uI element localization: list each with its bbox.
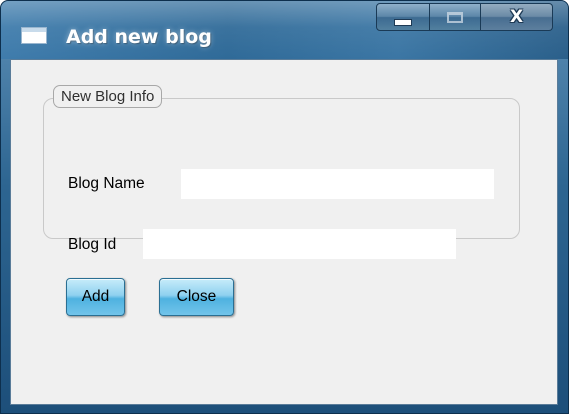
window-app-icon: [21, 27, 47, 44]
blog-name-input[interactable]: [181, 169, 494, 199]
group-legend: New Blog Info: [53, 85, 163, 108]
maximize-button[interactable]: [430, 3, 481, 31]
add-button[interactable]: Add: [66, 278, 125, 316]
maximize-icon: [447, 11, 463, 23]
blog-id-input[interactable]: [143, 229, 456, 259]
new-blog-info-group: New Blog Info Blog Name Blog Id: [43, 85, 520, 259]
close-window-button[interactable]: X: [481, 3, 553, 31]
title-bar[interactable]: Add new blog X: [1, 1, 568, 59]
add-blog-window: Add new blog X New Blog Info Blog Name B…: [0, 0, 569, 414]
minimize-icon: [394, 18, 412, 26]
window-frame-bottom[interactable]: [1, 404, 568, 413]
blog-name-label: Blog Name: [68, 175, 145, 192]
close-icon: X: [509, 6, 524, 27]
dialog-client-area: New Blog Info Blog Name Blog Id Add Clos…: [10, 59, 558, 405]
blog-id-label: Blog Id: [68, 236, 117, 253]
window-title: Add new blog: [66, 26, 212, 48]
close-button[interactable]: Close: [159, 278, 234, 316]
caption-buttons: X: [376, 3, 553, 31]
minimize-button[interactable]: [376, 3, 430, 31]
